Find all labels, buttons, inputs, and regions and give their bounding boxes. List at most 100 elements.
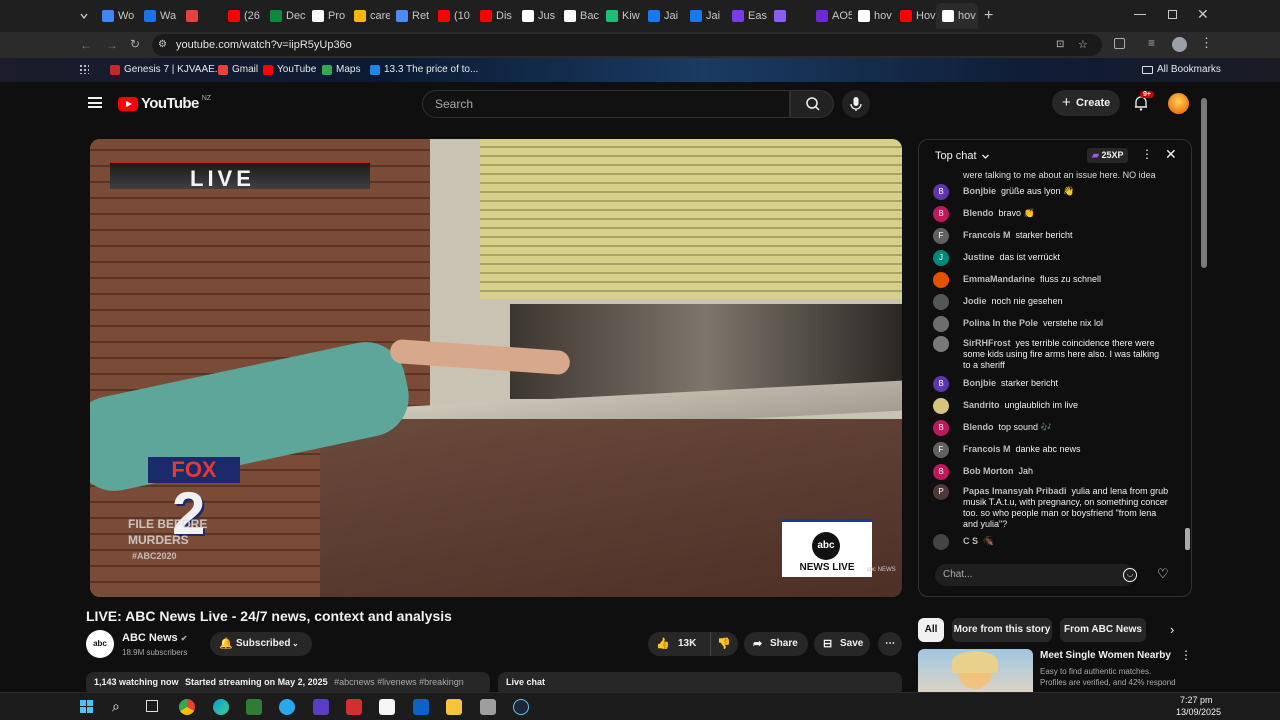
profile-avatar[interactable]: [1172, 37, 1187, 52]
bookmark-item[interactable]: Maps: [322, 64, 360, 75]
chat-author-avatar[interactable]: [933, 398, 949, 414]
browser-tab[interactable]: Wa: [138, 3, 180, 29]
browser-tab[interactable]: Hov: [894, 3, 936, 29]
clock-date[interactable]: 13/09/2025: [1176, 707, 1221, 717]
browser-tab[interactable]: Kiw: [600, 3, 642, 29]
account-avatar[interactable]: [1168, 93, 1189, 114]
filter-chip[interactable]: More from this story: [952, 618, 1052, 642]
chat-author-name[interactable]: Polina In the Pole: [963, 318, 1038, 328]
chat-author-name[interactable]: Bonjbie: [963, 378, 996, 388]
live-chat-replay-box[interactable]: Live chat: [498, 672, 902, 692]
ad-thumbnail[interactable]: [918, 649, 1033, 692]
outlook-icon[interactable]: [413, 699, 429, 715]
edge-icon[interactable]: [213, 699, 229, 715]
chat-author-name[interactable]: Francois M: [963, 444, 1011, 454]
browser-tab[interactable]: Jus: [516, 3, 558, 29]
chat-author-avatar[interactable]: F: [933, 442, 949, 458]
more-actions-button[interactable]: ⋯: [878, 632, 902, 656]
file-explorer-icon[interactable]: [446, 699, 462, 715]
chat-author-avatar[interactable]: B: [933, 376, 949, 392]
browser-menu-icon[interactable]: ⋮: [1200, 35, 1213, 51]
page-scrollbar[interactable]: [1201, 88, 1207, 688]
chat-author-name[interactable]: Blendo: [963, 208, 994, 218]
browser-tab[interactable]: Wo: [96, 3, 138, 29]
extensions-icon[interactable]: [1114, 38, 1125, 49]
browser-tab[interactable]: Ret: [390, 3, 432, 29]
browser-tab[interactable]: Jai: [642, 3, 684, 29]
subscribed-button[interactable]: 🔔 Subscribed ⌄: [210, 632, 312, 656]
bookmark-item[interactable]: Genesis 7 | KJVAAE...: [110, 64, 223, 75]
store-icon[interactable]: [379, 699, 395, 715]
browser-tab[interactable]: [180, 3, 222, 29]
filter-chip[interactable]: From ABC News: [1060, 618, 1146, 642]
chat-author-name[interactable]: EmmaMandarine: [963, 274, 1035, 284]
chat-author-avatar[interactable]: F: [933, 228, 949, 244]
chat-author-name[interactable]: Blendo: [963, 422, 994, 432]
video-player[interactable]: LIVE FOX 2 FILE BEFORE MURDERS #ABC2020 …: [90, 139, 902, 597]
search-icon[interactable]: ⌕: [112, 698, 120, 715]
chat-more-icon[interactable]: ⋮: [1141, 147, 1153, 161]
chevron-right-icon[interactable]: ›: [1170, 622, 1174, 637]
chat-author-avatar[interactable]: B: [933, 184, 949, 200]
back-icon[interactable]: ←: [80, 38, 92, 52]
chat-author-name[interactable]: Papas Imansyah Pribadi: [963, 486, 1067, 496]
thumbs-down-icon[interactable]: 👎: [710, 632, 731, 656]
voice-search-button[interactable]: [842, 90, 870, 118]
steam-icon[interactable]: [513, 699, 529, 715]
task-view-icon[interactable]: [146, 700, 158, 712]
browser-tab[interactable]: (10: [432, 3, 474, 29]
browser-tab[interactable]: Bac: [558, 3, 600, 29]
emoji-button[interactable]: ◡: [1123, 568, 1137, 582]
browser-tab[interactable]: Eas: [726, 3, 768, 29]
maximize-button[interactable]: [1168, 10, 1177, 19]
chat-author-avatar[interactable]: B: [933, 420, 949, 436]
channel-avatar[interactable]: abc: [86, 630, 114, 658]
chat-author-name[interactable]: SirRHFrost: [963, 338, 1011, 348]
minimize-button[interactable]: [1134, 14, 1146, 15]
chat-author-avatar[interactable]: [933, 294, 949, 310]
chat-author-name[interactable]: Bob Morton: [963, 466, 1013, 476]
chat-author-avatar[interactable]: [933, 272, 949, 288]
clock-time[interactable]: 7:27 pm: [1180, 695, 1213, 705]
chat-scroll-area[interactable]: were talking to me about an issue here. …: [919, 170, 1191, 552]
chat-author-avatar[interactable]: [933, 316, 949, 332]
chat-author-name[interactable]: Sandrito: [963, 400, 1000, 410]
telegram-icon[interactable]: [279, 699, 295, 715]
share-button[interactable]: ➦ Share: [744, 632, 808, 656]
app-icon-grey[interactable]: [480, 699, 496, 715]
chat-input[interactable]: Chat...: [935, 564, 1135, 586]
all-bookmarks-button[interactable]: All Bookmarks: [1142, 64, 1221, 75]
browser-tab[interactable]: (26: [222, 3, 264, 29]
chat-author-avatar[interactable]: P: [933, 484, 949, 500]
heart-icon[interactable]: ♡: [1157, 566, 1169, 582]
chat-author-avatar[interactable]: J: [933, 250, 949, 266]
apps-grid-icon[interactable]: [79, 64, 89, 74]
new-tab-button[interactable]: +: [984, 7, 993, 25]
url-bar[interactable]: ⚙ youtube.com/watch?v=iipR5yUp36o ⊡ ☆: [152, 34, 1102, 56]
app-icon-purple[interactable]: [313, 699, 329, 715]
description-box[interactable]: 1,143 watching now Started streaming on …: [86, 672, 490, 692]
guide-menu-icon[interactable]: [88, 97, 102, 108]
chrome-icon[interactable]: [179, 699, 195, 715]
chat-author-name[interactable]: Jodie: [963, 296, 987, 306]
chat-author-avatar[interactable]: [933, 336, 949, 352]
install-app-icon[interactable]: ⊡: [1056, 34, 1064, 56]
search-input[interactable]: Search: [422, 90, 790, 118]
create-button[interactable]: + Create: [1052, 90, 1120, 116]
chat-author-avatar[interactable]: B: [933, 206, 949, 222]
browser-tab[interactable]: Dis: [474, 3, 516, 29]
like-button[interactable]: 👍 13K 👎: [648, 632, 738, 656]
chat-author-avatar[interactable]: [933, 534, 949, 550]
xp-badge[interactable]: ▰ 25XP: [1087, 148, 1129, 163]
browser-tab[interactable]: Dec: [264, 3, 306, 29]
chat-author-name[interactable]: Justine: [963, 252, 995, 262]
bookmark-item[interactable]: 13.3 The price of to...: [370, 64, 478, 75]
close-window-button[interactable]: ✕: [1197, 6, 1209, 23]
app-icon-green[interactable]: [246, 699, 262, 715]
browser-tab[interactable]: Jai: [684, 3, 726, 29]
windows-start-icon[interactable]: [80, 700, 93, 713]
browser-tab[interactable]: [768, 3, 810, 29]
tab-search-chevron-icon[interactable]: [72, 3, 96, 29]
browser-tab[interactable]: Pro: [306, 3, 348, 29]
site-info-icon[interactable]: ⚙: [158, 34, 167, 56]
